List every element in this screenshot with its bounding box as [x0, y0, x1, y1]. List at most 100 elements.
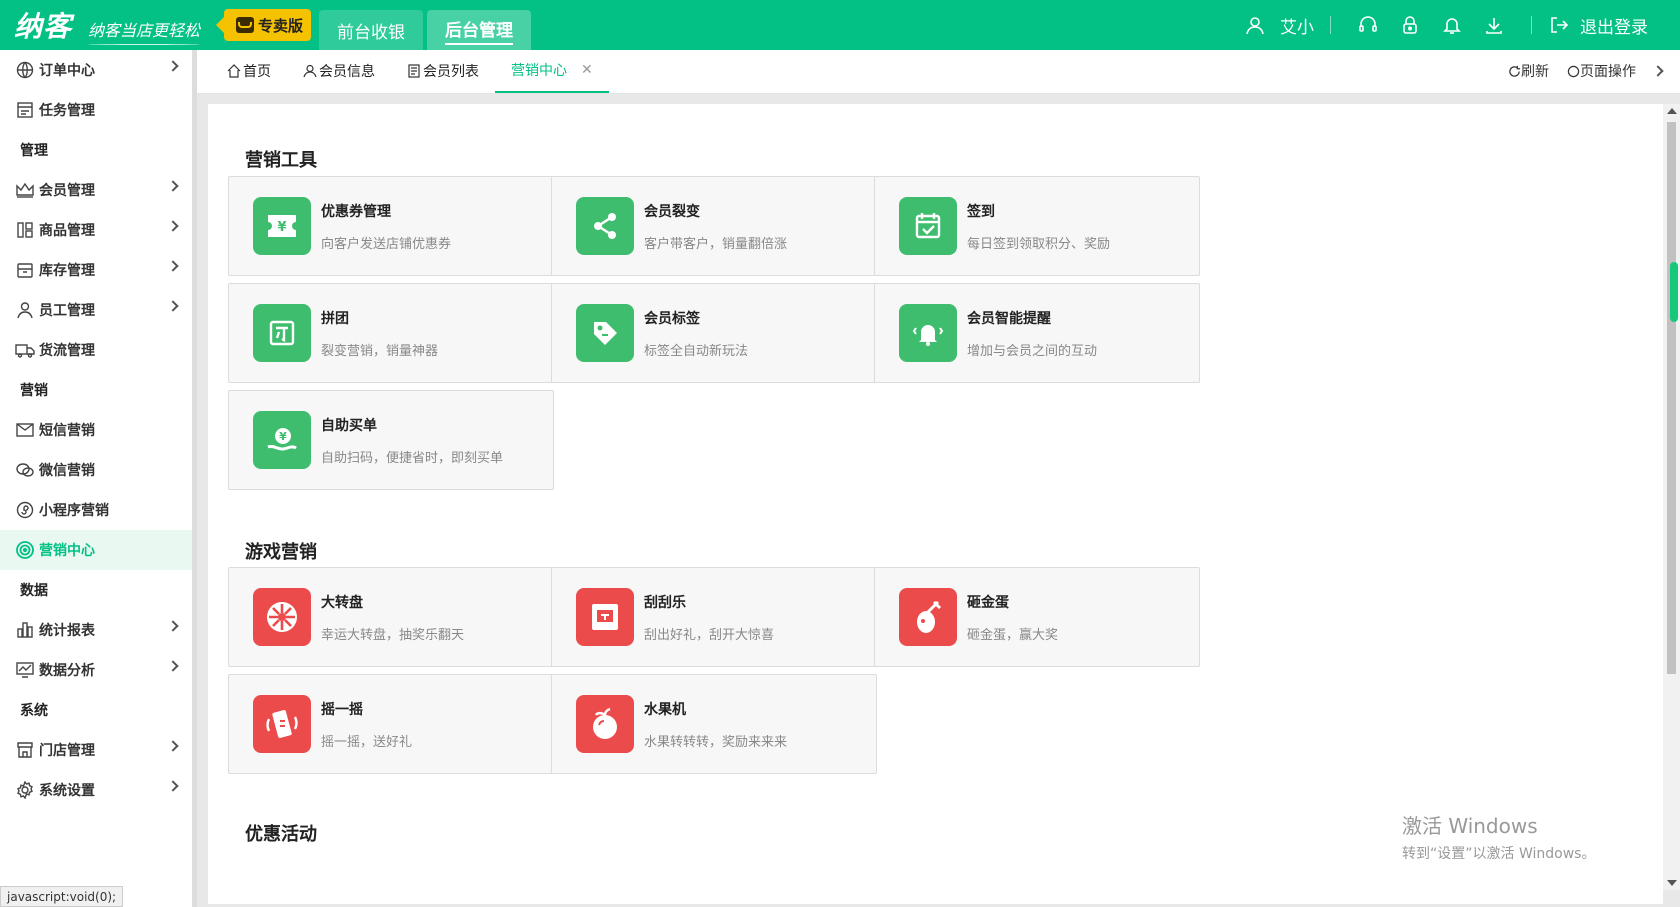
- scroll-up-arrow[interactable]: [1667, 108, 1677, 114]
- marketing-card[interactable]: 会员裂变 客户带客户，销量翻倍涨: [551, 176, 877, 276]
- scratch-card-icon: [576, 588, 634, 646]
- marketing-card[interactable]: ¥ 优惠券管理 向客户发送店铺优惠券: [228, 176, 554, 276]
- task-icon: [14, 99, 36, 121]
- tab-marketing-center[interactable]: 营销中心 ✕: [495, 49, 609, 93]
- card-description: 标签全自动新玩法: [644, 343, 749, 359]
- sidebar-item-label: 货流管理: [39, 343, 95, 359]
- logout-button[interactable]: 退出登录: [1580, 13, 1648, 38]
- mode-tab-front[interactable]: 前台收银: [319, 10, 424, 50]
- card-text: 大转盘幸运大转盘，抽奖乐翻天: [321, 592, 464, 643]
- page-operations-label: 页面操作: [1580, 64, 1636, 80]
- content-scrollbar[interactable]: [1663, 104, 1680, 890]
- card-description: 幸运大转盘，抽奖乐翻天: [321, 627, 465, 643]
- card-title: 水果机: [644, 701, 686, 718]
- sidebar-item[interactable]: 门店管理: [0, 730, 197, 770]
- user-icon[interactable]: [1244, 14, 1266, 36]
- top-bar: 纳客 纳客当店更轻松 专卖版 前台收银 后台管理 艾小 退出登录: [0, 0, 1680, 50]
- shake-icon: [253, 695, 311, 753]
- lock-icon[interactable]: [1399, 14, 1421, 36]
- sidebar-item[interactable]: 订单中心: [0, 50, 197, 90]
- bell-icon[interactable]: [1441, 14, 1463, 36]
- card-text: 会员标签标签全自动新玩法: [644, 308, 748, 359]
- sidebar-item[interactable]: 小程序营销: [0, 490, 197, 530]
- page-operations-button[interactable]: 页面操作: [1567, 61, 1636, 81]
- card-title: 砸金蛋: [967, 594, 1009, 611]
- marketing-card[interactable]: 砸金蛋砸金蛋，赢大奖: [874, 567, 1200, 667]
- tab-actions: 刷新 页面操作: [1490, 49, 1670, 93]
- logo-text: 纳客: [14, 10, 73, 43]
- scroll-down-arrow[interactable]: [1667, 880, 1677, 886]
- sidebar-scrollbar[interactable]: [192, 50, 197, 907]
- fruit-machine-icon: [576, 695, 634, 753]
- tab-member-list[interactable]: 会员列表: [391, 49, 495, 93]
- marketing-card[interactable]: 水果机水果转转转，奖励来来来: [551, 674, 877, 774]
- refresh-button[interactable]: 刷新: [1508, 61, 1549, 81]
- sidebar-item-label: 商品管理: [39, 223, 95, 239]
- card-title: 会员智能提醒: [967, 310, 1051, 327]
- marketing-card[interactable]: 刮刮乐 刮出好礼，刮开大惊喜: [551, 567, 877, 667]
- logout-icon[interactable]: [1548, 14, 1570, 36]
- sidebar-item[interactable]: 任务管理: [0, 90, 197, 130]
- sidebar-item[interactable]: 微信营销: [0, 450, 197, 490]
- card-text: 会员裂变 客户带客户，销量翻倍涨: [644, 201, 787, 252]
- sidebar-item[interactable]: 员工管理: [0, 290, 197, 330]
- marketing-card[interactable]: 摇一摇 摇一摇，送好礼: [228, 674, 554, 774]
- marketing-card[interactable]: 大转盘幸运大转盘，抽奖乐翻天: [228, 567, 554, 667]
- scrollbar-thumb[interactable]: [1667, 122, 1676, 674]
- sidebar-item[interactable]: 货流管理: [0, 330, 197, 370]
- marketing-card[interactable]: 会员智能提醒 增加与会员之间的互动: [874, 283, 1200, 383]
- section-title-promotions: 优惠活动: [245, 824, 317, 845]
- marketing-card[interactable]: ¥ 自助买单 自助扫码，便捷省时，即刻买单: [228, 390, 554, 490]
- card-text: 拼团 裂变营销，销量神器: [321, 308, 438, 359]
- sidebar-group-label: 管理: [20, 143, 48, 159]
- sidebar: 订单中心 任务管理管理会员管理商品管理库存管理 员工管理货流管理营销短信营销微信营销…: [0, 50, 197, 907]
- sidebar-item[interactable]: 数据分析: [0, 650, 197, 690]
- mode-tab-back[interactable]: 后台管理: [427, 10, 532, 50]
- bag-icon: [236, 17, 255, 33]
- sidebar-item[interactable]: 库存管理: [0, 250, 197, 290]
- sidebar-item[interactable]: 营销中心: [0, 530, 197, 570]
- group-buy-icon: [253, 304, 311, 362]
- marketing-card[interactable]: 拼团 裂变营销，销量神器: [228, 283, 554, 383]
- tab-home[interactable]: 首页: [211, 49, 287, 93]
- card-title: 会员裂变: [644, 203, 700, 220]
- card-description: 水果转转转，奖励来来来: [644, 734, 788, 750]
- card-description: 自助扫码，便捷省时，即刻买单: [321, 450, 504, 466]
- crown-icon: [14, 179, 36, 201]
- list-icon: [407, 64, 421, 78]
- card-text: 水果机水果转转转，奖励来来来: [644, 699, 787, 750]
- chevron-right-icon: [167, 780, 179, 792]
- tab-label: 会员列表: [423, 64, 479, 80]
- status-bar-url: javascript:void(0);: [0, 886, 124, 907]
- sidebar-item[interactable]: 统计报表: [0, 610, 197, 650]
- marketing-card[interactable]: 签到 每日签到领取积分、奖励: [874, 176, 1200, 276]
- sidebar-item[interactable]: 商品管理: [0, 210, 197, 250]
- sidebar-item-label: 微信营销: [39, 463, 95, 479]
- sidebar-item[interactable]: 系统设置: [0, 770, 197, 810]
- sidebar-item[interactable]: 会员管理: [0, 170, 197, 210]
- card-description: 砸金蛋，赢大奖: [967, 627, 1059, 643]
- headset-icon[interactable]: [1357, 14, 1379, 36]
- user-name[interactable]: 艾小: [1280, 13, 1314, 38]
- analysis-icon: [14, 659, 36, 681]
- tab-member-info[interactable]: 会员信息: [287, 49, 391, 93]
- card-text: 会员智能提醒 增加与会员之间的互动: [967, 308, 1097, 359]
- tab-label: 首页: [243, 64, 271, 80]
- card-title: 大转盘: [321, 594, 363, 611]
- marketing-card[interactable]: 会员标签标签全自动新玩法: [551, 283, 877, 383]
- download-icon[interactable]: [1483, 14, 1505, 36]
- chevron-right-icon: [167, 60, 179, 72]
- sidebar-group-label: 营销: [20, 383, 48, 399]
- tab-label: 营销中心: [511, 63, 567, 79]
- card-title: 会员标签: [644, 310, 700, 327]
- sidebar-item-label: 数据分析: [39, 663, 95, 679]
- sidebar-item[interactable]: 短信营销: [0, 410, 197, 450]
- card-text: 自助买单 自助扫码，便捷省时，即刻买单: [321, 415, 503, 466]
- circle-icon: [1567, 65, 1580, 77]
- chevron-right-icon[interactable]: [1652, 65, 1664, 77]
- close-icon[interactable]: ✕: [581, 62, 593, 78]
- card-text: 砸金蛋砸金蛋，赢大奖: [967, 592, 1058, 643]
- home-icon: [227, 64, 241, 78]
- share-icon: [576, 197, 634, 255]
- sidebar-item-label: 门店管理: [39, 743, 95, 759]
